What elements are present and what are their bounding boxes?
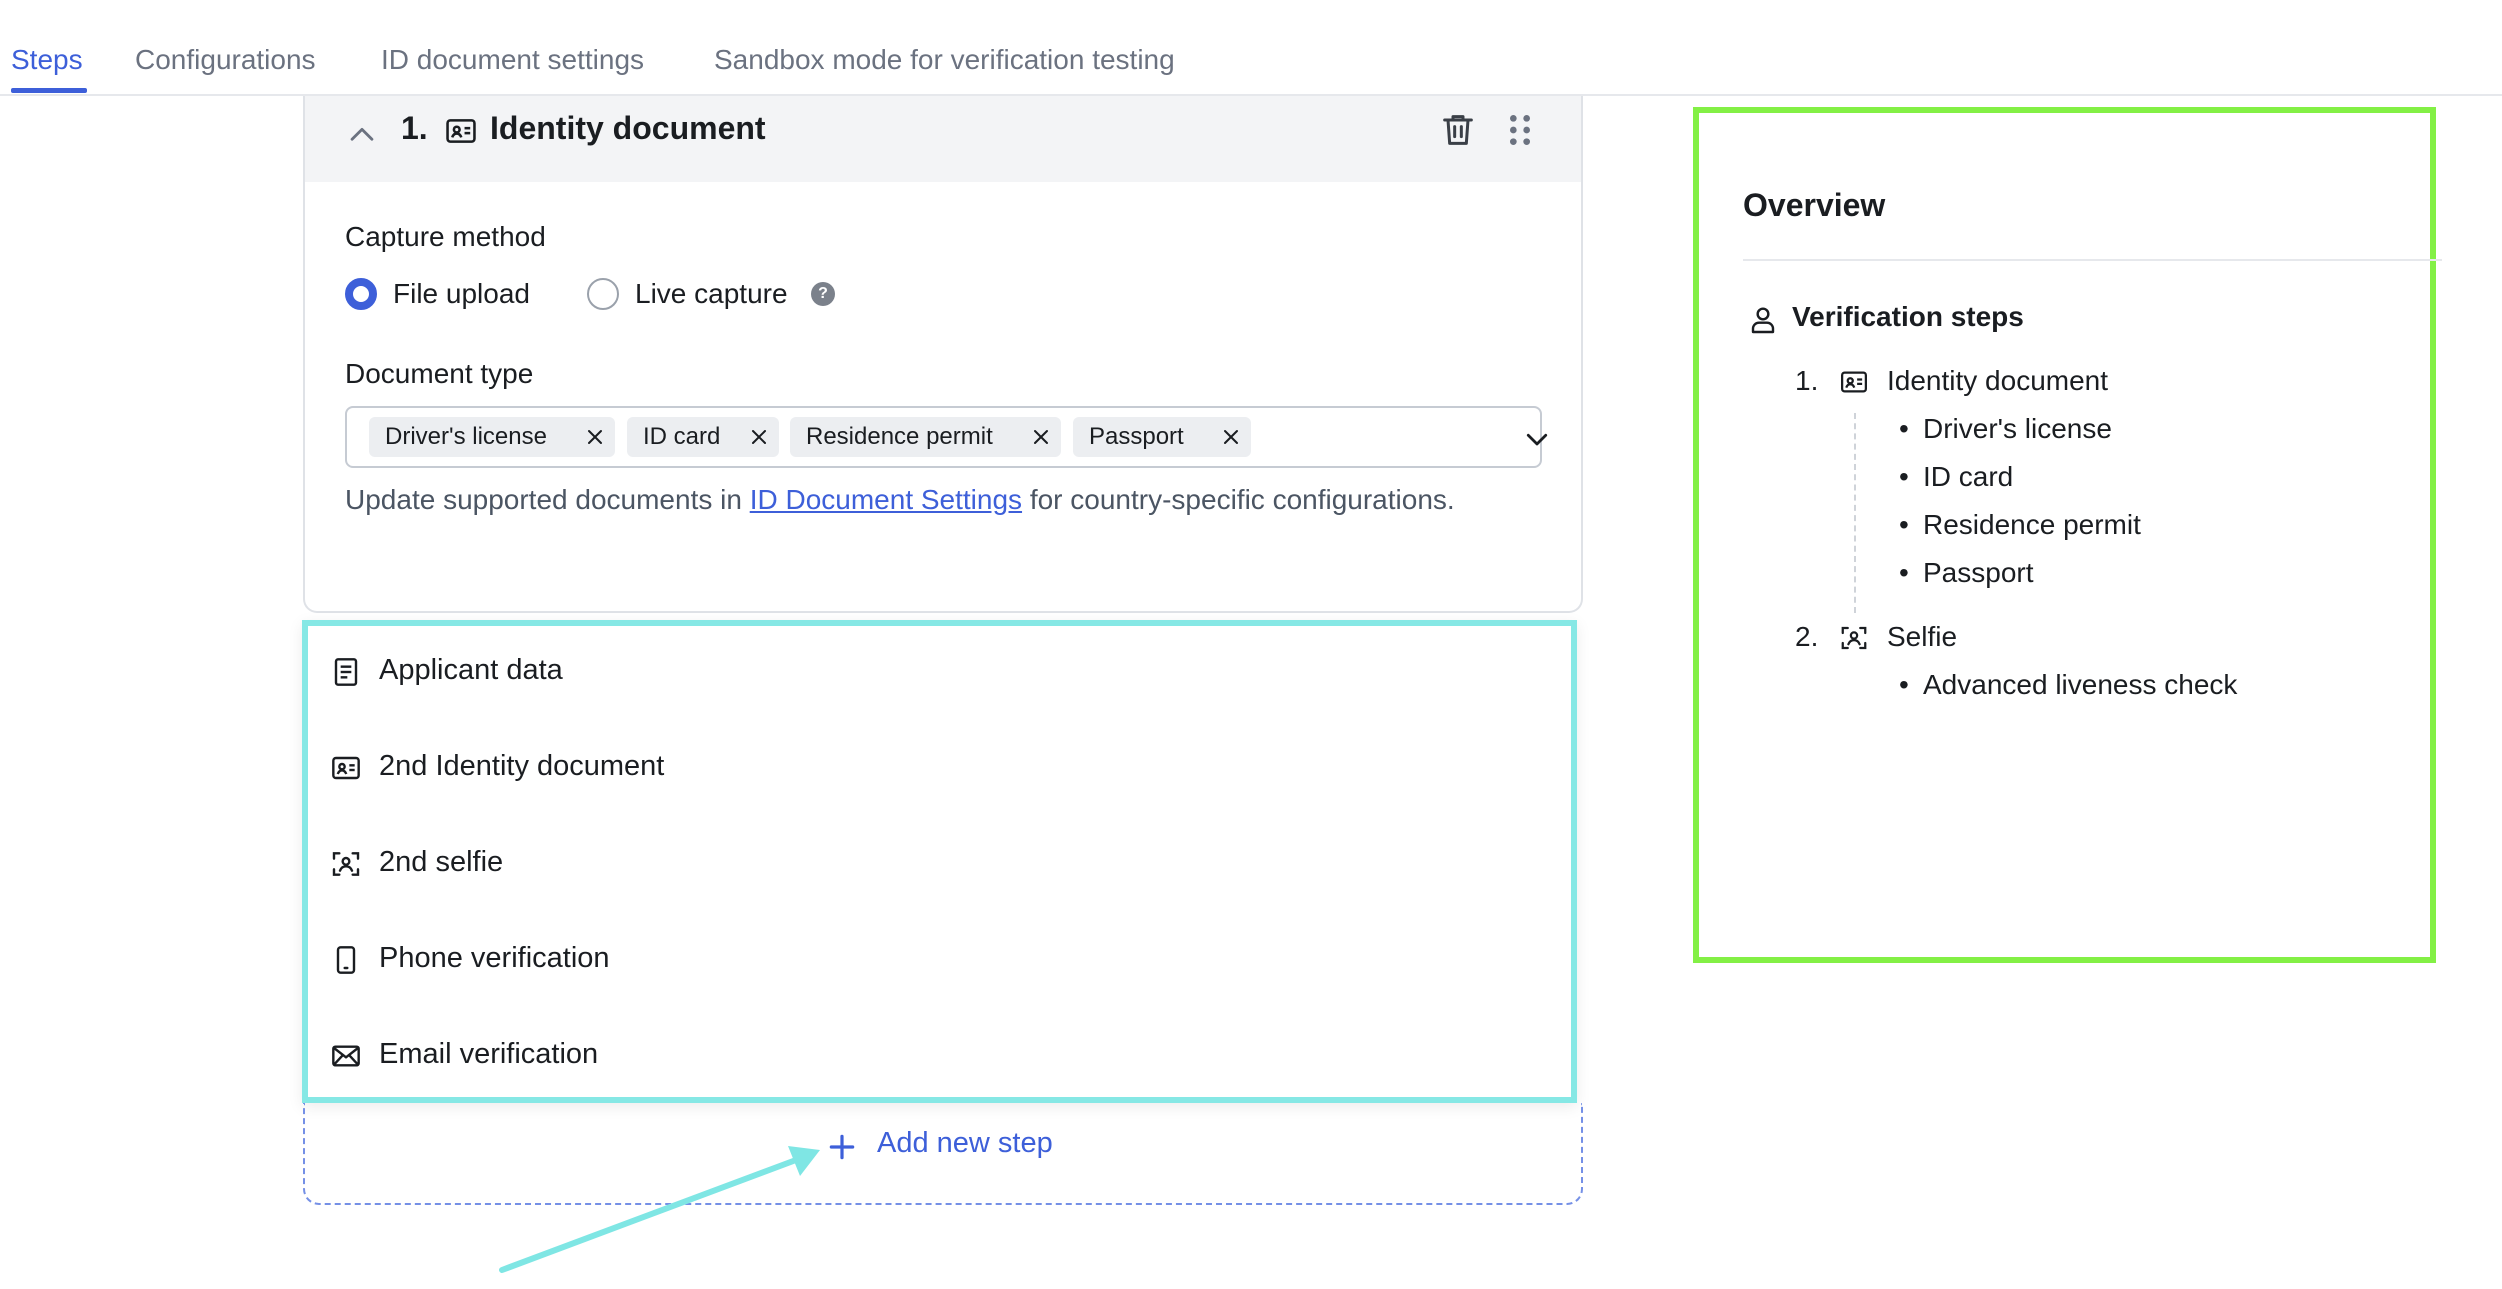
tab-configurations[interactable]: Configurations [135,44,316,76]
person-icon [1751,307,1775,334]
overview-step-title: Identity document [1887,365,2109,396]
chip-id-card: ID card [627,417,779,457]
step-title: Identity document [490,110,766,146]
step-card-identity-document: 1. Identity document Capture method File… [303,96,1583,613]
id-card-icon [1841,371,1867,393]
annotation-arrow-icon [499,1146,820,1273]
document-type-select[interactable]: Driver's license ID card Residence permi… [345,406,1548,468]
overview-step-number: 2. [1795,621,1819,652]
id-document-settings-link[interactable]: ID Document Settings [750,484,1022,515]
menu-item-2nd-selfie[interactable]: 2nd selfie [308,818,1571,914]
overview-step-item: Residence permit [1899,509,2141,541]
overview-step-item: Advanced liveness check [1899,669,2237,701]
help-icon[interactable]: ? [811,282,835,306]
menu-item-label: 2nd Identity document [379,750,665,782]
overview-connector [1854,413,1856,613]
chip-drivers-license: Driver's license [369,417,615,457]
overview-step-number: 1. [1795,365,1819,396]
chip-label: Residence permit [806,423,993,450]
radio-live-capture-label[interactable]: Live capture [635,278,788,310]
tab-id-document-settings[interactable]: ID document settings [381,44,644,76]
overview-step-title: Selfie [1887,621,1958,652]
chip-residence-permit: Residence permit [790,417,1061,457]
tab-steps[interactable]: Steps [11,44,83,76]
hint-prefix: Update supported documents in [345,484,750,515]
verification-steps-heading: Verification steps [1792,301,2024,332]
chip-label: Driver's license [385,423,547,450]
document-type-label: Document type [345,358,534,389]
radio-live-capture[interactable] [587,278,619,310]
selfie-icon [1841,626,1867,650]
close-icon[interactable] [749,427,769,447]
menu-item-label: 2nd selfie [379,846,504,878]
overview-divider [1743,259,2442,261]
document-settings-hint: Update supported documents in ID Documen… [345,476,1505,524]
close-icon[interactable] [1221,427,1241,447]
plus-icon [829,1134,855,1160]
chevron-down-icon[interactable] [1522,424,1552,454]
menu-item-email-verification[interactable]: Email verification [308,1010,1571,1106]
menu-item-phone-verification[interactable]: Phone verification [308,914,1571,1010]
add-new-step-label: Add new step [877,1127,1053,1159]
menu-item-label: Email verification [379,1038,599,1070]
radio-file-upload[interactable] [345,278,377,310]
tab-bar: Steps Configurations ID document setting… [0,0,2502,96]
tab-sandbox-mode[interactable]: Sandbox mode for verification testing [714,44,1175,76]
menu-item-applicant-data[interactable]: Applicant data [308,626,1571,722]
active-tab-indicator [11,88,87,93]
overview-panel: Overview Verification steps 1. Identity … [1693,107,2442,963]
selfie-icon [332,852,360,876]
hint-suffix: for country-specific configurations. [1022,484,1455,515]
chip-label: Passport [1089,423,1184,450]
capture-method-label: Capture method [345,221,546,252]
step-header: 1. Identity document [305,96,1581,182]
overview-step-item: ID card [1899,461,2013,493]
id-card-icon [332,756,360,780]
trash-icon[interactable] [1438,110,1478,150]
overview-step-item: Driver's license [1899,413,2112,445]
chevron-up-icon[interactable] [345,118,379,152]
id-card-icon [446,119,476,143]
add-step-menu: Applicant data 2nd Identity document 2nd… [302,620,1577,1103]
phone-icon [336,946,356,974]
radio-file-upload-label[interactable]: File upload [393,278,530,310]
menu-item-label: Applicant data [379,654,563,686]
overview-step-item: Passport [1899,557,2033,589]
document-icon [334,658,358,686]
drag-handle-icon[interactable] [1503,110,1537,150]
overview-title: Overview [1743,187,1886,223]
menu-item-2nd-identity-document[interactable]: 2nd Identity document [308,722,1571,818]
chip-passport: Passport [1073,417,1251,457]
email-icon [332,1045,360,1067]
close-icon[interactable] [585,427,605,447]
step-number: 1. [401,110,428,146]
close-icon[interactable] [1031,427,1051,447]
menu-item-label: Phone verification [379,942,610,974]
chip-label: ID card [643,423,721,450]
